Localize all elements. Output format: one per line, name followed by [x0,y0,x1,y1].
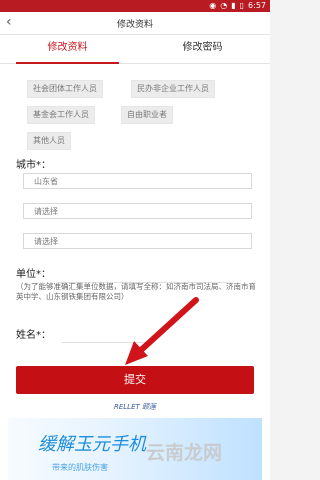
watermark-text: 云南龙网 [146,442,223,464]
option-foundation[interactable]: 基金会工作人员 [27,106,95,124]
status-time: 6:57 [248,1,266,10]
tab-bar: 修改资料 修改密码 [0,35,270,64]
city-label: 城市*： [16,160,51,171]
tab-edit-profile[interactable]: 修改资料 [0,35,135,64]
battery-icon: ▯ [239,1,245,10]
name-input[interactable] [62,330,152,343]
city-select[interactable]: 请选择 [23,203,252,219]
submit-button[interactable]: 提交 [16,366,254,394]
province-select[interactable]: 山东省 [23,173,252,189]
option-private-nonprofit[interactable]: 民办非企业工作人员 [131,80,215,98]
district-select[interactable]: 请选择 [23,233,252,249]
title-bar: ‹ 修改资料 [0,12,270,35]
page-title: 修改资料 [116,20,153,30]
location-icon: ◉ [209,1,217,10]
option-freelancer[interactable]: 自由职业者 [121,106,173,124]
status-bar: ◉ ◔ ▮ ▯ 6:57 [0,0,270,12]
signal-icon: ▮ [231,1,236,10]
tab-label: 修改密码 [182,42,223,53]
option-social-group[interactable]: 社会团体工作人员 [27,80,103,98]
ad-banner[interactable]: 缓解玉元手机 带来的肌肤伤害 [8,418,262,480]
wifi-icon: ◔ [220,1,228,10]
option-other[interactable]: 其他人员 [27,132,71,150]
unit-hint: （为了能够准确汇集单位数据，请填写全称：如济南市司法局、济南市育英中学、山东钢铁… [16,282,256,301]
unit-label: 单位*： [16,269,51,280]
tab-change-password[interactable]: 修改密码 [135,35,270,63]
ad-brand: RELLET 颐莲 [113,403,156,411]
tab-label: 修改资料 [47,42,88,53]
ad-headline: 缓解玉元手机 [38,434,146,455]
ad-subline: 带来的肌肤伤害 [52,463,108,472]
name-label: 姓名*： [16,330,51,341]
